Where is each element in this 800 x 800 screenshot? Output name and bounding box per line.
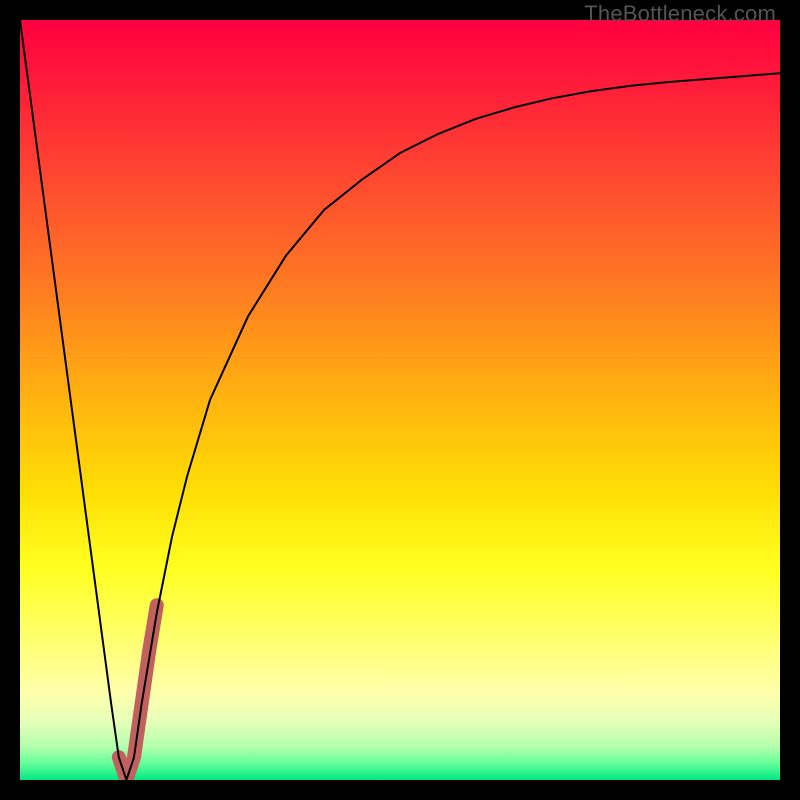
plot-area [20,20,780,780]
chart-frame: TheBottleneck.com [0,0,800,800]
curve-layer [20,20,780,780]
bottleneck-curve [20,20,780,780]
watermark-text: TheBottleneck.com [584,1,776,27]
recommended-range-overlay [119,605,157,780]
